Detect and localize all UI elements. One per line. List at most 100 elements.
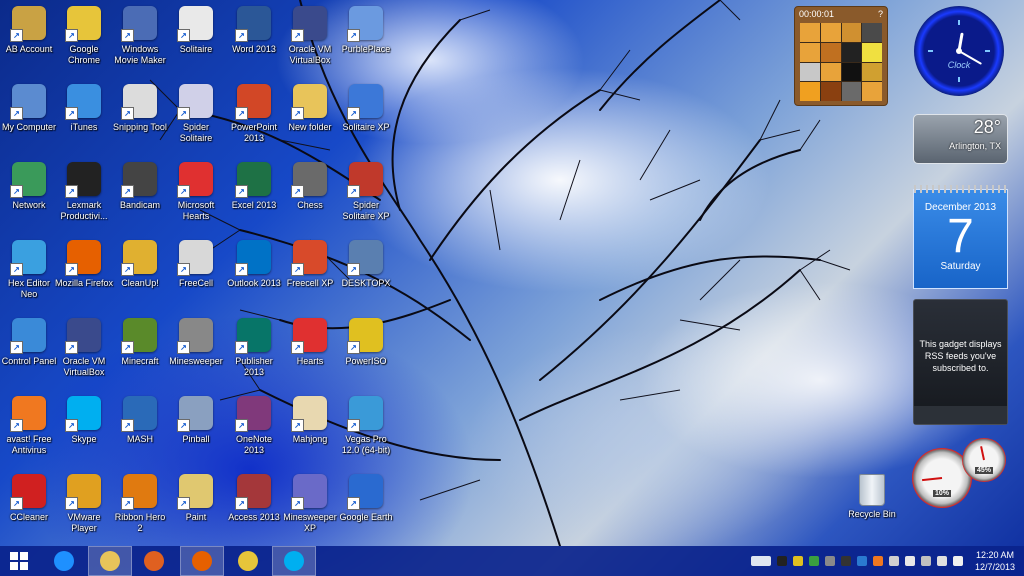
- desktop-shortcut[interactable]: ↗ New folder: [281, 84, 339, 133]
- desktop-shortcut[interactable]: ↗ Bandicam: [111, 162, 169, 211]
- desktop-shortcut[interactable]: ↗ Solitaire: [167, 6, 225, 55]
- desktop-shortcut[interactable]: ↗ Oracle VM VirtualBox: [55, 318, 113, 378]
- tray-app-icon-4[interactable]: [825, 556, 835, 566]
- desktop-shortcut[interactable]: ↗ Hearts: [281, 318, 339, 367]
- taskbar-app-button[interactable]: [272, 546, 316, 576]
- shortcut-arrow-icon: ↗: [177, 497, 190, 510]
- desktop-shortcut[interactable]: ↗ Solitaire XP: [337, 84, 395, 133]
- desktop-shortcut[interactable]: ↗ Network: [0, 162, 58, 211]
- clock-face: [928, 20, 990, 82]
- desktop-shortcut[interactable]: ↗ FreeCell: [167, 240, 225, 289]
- desktop-shortcut[interactable]: ↗ Mozilla Firefox: [55, 240, 113, 289]
- volume-icon[interactable]: [953, 556, 963, 566]
- firefox-icon: [192, 551, 212, 571]
- desktop-shortcut[interactable]: ↗ Chess: [281, 162, 339, 211]
- puzzle-help-button[interactable]: ?: [878, 9, 883, 19]
- signal-icon[interactable]: [937, 556, 947, 566]
- desktop-shortcut[interactable]: ↗ CCleaner: [0, 474, 58, 523]
- desktop-shortcut[interactable]: ↗ VMware Player: [55, 474, 113, 534]
- desktop-shortcut[interactable]: ↗ Snipping Tool: [111, 84, 169, 133]
- desktop-shortcut[interactable]: ↗ Vegas Pro 12.0 (64-bit): [337, 396, 395, 456]
- recycle-bin-label: Recycle Bin: [848, 509, 896, 519]
- recycle-bin-icon[interactable]: Recycle Bin: [842, 474, 902, 519]
- tray-app-icon-1[interactable]: [777, 556, 787, 566]
- tray-app-icon-7[interactable]: [873, 556, 883, 566]
- desktop-shortcut[interactable]: ↗ Minecraft: [111, 318, 169, 367]
- desktop-shortcut[interactable]: ↗ Mahjong: [281, 396, 339, 445]
- shortcut-arrow-icon: ↗: [291, 497, 304, 510]
- desktop-shortcut[interactable]: ↗ Excel 2013: [225, 162, 283, 211]
- desktop-shortcut[interactable]: ↗ DESKTOPX: [337, 240, 395, 289]
- memory-meter-gauge[interactable]: 45%: [962, 438, 1006, 482]
- shortcut-arrow-icon: ↗: [177, 341, 190, 354]
- desktop-shortcut[interactable]: ↗ Ribbon Hero 2: [111, 474, 169, 534]
- desktop-shortcut[interactable]: ↗ Control Panel: [0, 318, 58, 367]
- shortcut-arrow-icon: ↗: [10, 29, 23, 42]
- weather-gadget[interactable]: 28° Arlington, TX: [913, 114, 1008, 164]
- desktop-shortcut[interactable]: ↗ AB Account: [0, 6, 58, 55]
- desktop-shortcut-label: Hex Editor Neo: [7, 278, 51, 299]
- taskbar-app-button[interactable]: [180, 546, 224, 576]
- tray-app-icon-3[interactable]: [809, 556, 819, 566]
- desktop-shortcut[interactable]: ↗ Minesweeper XP: [281, 474, 339, 534]
- battery-icon[interactable]: [921, 556, 931, 566]
- desktop-shortcut[interactable]: ↗ Oracle VM VirtualBox: [281, 6, 339, 66]
- tray-app-icon-8[interactable]: [889, 556, 899, 566]
- desktop-shortcut[interactable]: ↗ Spider Solitaire: [167, 84, 225, 144]
- desktop-shortcut[interactable]: ↗ PurblePlace: [337, 6, 395, 55]
- publisher-icon: ↗: [235, 318, 271, 354]
- desktop-shortcut[interactable]: ↗ avast! Free Antivirus: [0, 396, 58, 456]
- desktop-shortcut[interactable]: ↗ Skype: [55, 396, 113, 445]
- desktop-shortcut[interactable]: ↗ Windows Movie Maker: [111, 6, 169, 66]
- desktop-shortcut-label: Minesweeper XP: [283, 512, 337, 533]
- desktop-shortcut[interactable]: ↗ Google Earth: [337, 474, 395, 523]
- desktop-shortcut[interactable]: ↗ Outlook 2013: [225, 240, 283, 289]
- tray-app-icon-5[interactable]: [841, 556, 851, 566]
- desktop-shortcut[interactable]: ↗ Access 2013: [225, 474, 283, 523]
- desktop-shortcut-label: New folder: [288, 122, 332, 132]
- desktop-shortcut[interactable]: ↗ CleanUp!: [111, 240, 169, 289]
- powerpoint-icon: ↗: [235, 84, 271, 120]
- computer-icon: ↗: [10, 84, 46, 120]
- desktop-shortcut[interactable]: ↗ Microsoft Hearts: [167, 162, 225, 222]
- desktop-shortcut[interactable]: ↗ Freecell XP: [281, 240, 339, 289]
- desktop-shortcut[interactable]: ↗ Word 2013: [225, 6, 283, 55]
- desktop-shortcut[interactable]: ↗ Minesweeper: [167, 318, 225, 367]
- taskbar-app-button[interactable]: [226, 546, 270, 576]
- desktop-shortcut[interactable]: ↗ Google Chrome: [55, 6, 113, 66]
- desktop-shortcut[interactable]: ↗ Spider Solitaire XP: [337, 162, 395, 222]
- desktopx-icon: ↗: [347, 240, 383, 276]
- tray-app-icon-2[interactable]: [793, 556, 803, 566]
- action-center-icon[interactable]: [905, 556, 915, 566]
- taskbar-app-button[interactable]: [42, 546, 86, 576]
- calendar-gadget[interactable]: December 2013 7 Saturday: [913, 185, 1008, 289]
- shortcut-arrow-icon: ↗: [235, 341, 248, 354]
- desktop-shortcut[interactable]: ↗ My Computer: [0, 84, 58, 133]
- desktop-shortcut-label: PurblePlace: [341, 44, 391, 54]
- desktop-shortcut[interactable]: ↗ OneNote 2013: [225, 396, 283, 456]
- desktop-shortcut-label: Google Earth: [339, 512, 393, 522]
- taskbar-app-button[interactable]: [132, 546, 176, 576]
- desktop-shortcut[interactable]: ↗ Lexmark Productivi...: [55, 162, 113, 222]
- desktop-shortcut[interactable]: ↗ Pinball: [167, 396, 225, 445]
- desktop-shortcut-label: Solitaire XP: [342, 122, 390, 132]
- clock-gadget[interactable]: Clock: [914, 6, 1004, 96]
- desktop-shortcut[interactable]: ↗ Publisher 2013: [225, 318, 283, 378]
- taskbar-app-button[interactable]: [88, 546, 132, 576]
- puzzle-grid[interactable]: [800, 23, 882, 101]
- start-button[interactable]: [0, 546, 38, 576]
- tray-app-icon-6[interactable]: [857, 556, 867, 566]
- desktop-shortcut[interactable]: ↗ Paint: [167, 474, 225, 523]
- weather-temperature: 28°: [973, 117, 1001, 137]
- shortcut-arrow-icon: ↗: [65, 29, 78, 42]
- desktop-shortcut-label: PowerPoint 2013: [230, 122, 278, 143]
- desktop-shortcut[interactable]: ↗ iTunes: [55, 84, 113, 133]
- rss-feed-gadget[interactable]: This gadget displays RSS feeds you've su…: [913, 299, 1008, 425]
- desktop-shortcut[interactable]: ↗ PowerISO: [337, 318, 395, 367]
- desktop-shortcut[interactable]: ↗ PowerPoint 2013: [225, 84, 283, 144]
- desktop-shortcut[interactable]: ↗ MASH: [111, 396, 169, 445]
- desktop-shortcut[interactable]: ↗ Hex Editor Neo: [0, 240, 58, 300]
- picture-puzzle-gadget[interactable]: 00:00:01 ?: [794, 6, 888, 106]
- taskbar-clock[interactable]: 12:20 AM 12/7/2013: [970, 549, 1020, 573]
- keyboard-icon[interactable]: [751, 556, 771, 566]
